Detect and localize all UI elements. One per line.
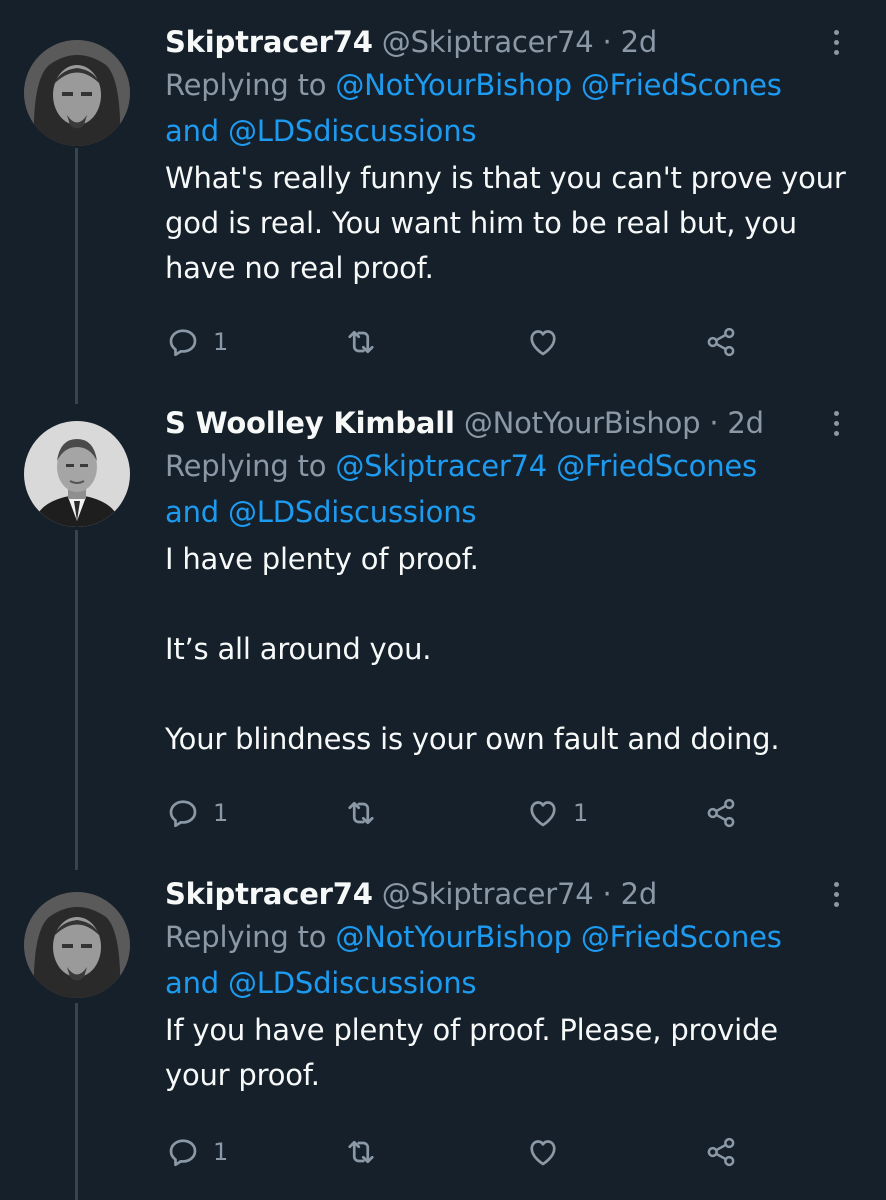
like-button[interactable] <box>525 322 573 362</box>
tweet-header: S Woolley Kimball @NotYourBishop · 2d <box>165 403 846 443</box>
retweet-button[interactable] <box>343 793 391 833</box>
mention-link[interactable]: @NotYourBishop <box>335 68 572 102</box>
avatar-skiptracer74[interactable] <box>24 892 130 998</box>
mention-link[interactable]: @FriedScones <box>556 449 757 483</box>
mention-link[interactable]: @FriedScones <box>581 68 782 102</box>
reply-count: 1 <box>213 799 229 827</box>
reply-button[interactable]: 1 <box>165 322 228 362</box>
replying-to: Replying to @NotYourBishop @FriedScones … <box>165 914 846 1006</box>
mention-link[interactable]: @Skiptracer74 <box>335 449 547 483</box>
mention-link[interactable]: @LDSdiscussions <box>228 114 477 148</box>
tweet-text: If you have plenty of proof. Please, pro… <box>165 1013 778 1092</box>
share-button[interactable] <box>703 793 739 833</box>
like-count: 1 <box>573 799 589 827</box>
display-name[interactable]: Skiptracer74 <box>165 877 373 911</box>
replying-label: Replying to <box>165 449 336 483</box>
share-button[interactable] <box>703 1132 739 1172</box>
tweet-1[interactable]: Skiptracer74 @Skiptracer74 · 2d Replying… <box>0 22 886 392</box>
tweet-actions: 1 <box>165 322 785 362</box>
replying-label: Replying to <box>165 68 336 102</box>
heart-icon <box>530 1140 556 1166</box>
replying-label: Replying to <box>165 920 336 954</box>
reply-icon <box>169 1139 197 1167</box>
tweet-header: Skiptracer74 @Skiptracer74 · 2d <box>165 22 846 62</box>
mention-link[interactable]: @LDSdiscussions <box>228 966 477 1000</box>
tweet-text: What's really funny is that you can't pr… <box>165 161 846 285</box>
tweet-content: S Woolley Kimball @NotYourBishop · 2d Re… <box>165 403 846 762</box>
separator-dot: · <box>593 25 621 59</box>
and-label: and <box>165 966 228 1000</box>
user-handle[interactable]: @Skiptracer74 <box>382 877 594 911</box>
more-options-icon[interactable] <box>826 874 846 914</box>
reply-button[interactable]: 1 <box>165 793 228 833</box>
user-handle[interactable]: @Skiptracer74 <box>382 25 594 59</box>
heart-icon <box>530 801 556 827</box>
replying-to: Replying to @Skiptracer74 @FriedScones a… <box>165 443 846 535</box>
retweet-button[interactable] <box>343 322 391 362</box>
heart-icon <box>530 330 556 356</box>
mention-link[interactable]: @LDSdiscussions <box>228 495 477 529</box>
reply-icon <box>169 800 197 828</box>
retweet-button[interactable] <box>343 1132 391 1172</box>
display-name[interactable]: S Woolley Kimball <box>165 406 455 440</box>
tweet-header: Skiptracer74 @Skiptracer74 · 2d <box>165 874 846 914</box>
replying-to: Replying to @NotYourBishop @FriedScones … <box>165 62 846 154</box>
tweet-actions: 1 <box>165 1132 785 1172</box>
reply-icon <box>169 329 197 357</box>
timestamp[interactable]: 2d <box>727 406 764 440</box>
share-icon <box>707 327 735 357</box>
timestamp[interactable]: 2d <box>621 877 658 911</box>
more-options-icon[interactable] <box>826 403 846 443</box>
reply-button[interactable]: 1 <box>165 1132 228 1172</box>
reply-count: 1 <box>213 1138 229 1166</box>
tweet-content: Skiptracer74 @Skiptracer74 · 2d Replying… <box>165 874 846 1098</box>
tweet-text: I have plenty of proof. It’s all around … <box>165 542 780 756</box>
retweet-icon <box>348 1140 374 1164</box>
retweet-icon <box>348 330 374 354</box>
user-handle[interactable]: @NotYourBishop <box>464 406 701 440</box>
share-icon <box>707 798 735 828</box>
share-button[interactable] <box>703 322 739 362</box>
more-options-icon[interactable] <box>826 22 846 62</box>
tweet-actions: 1 1 <box>165 793 785 833</box>
and-label: and <box>165 114 228 148</box>
and-label: and <box>165 495 228 529</box>
separator-dot: · <box>593 877 621 911</box>
timestamp[interactable]: 2d <box>621 25 658 59</box>
tweet-content: Skiptracer74 @Skiptracer74 · 2d Replying… <box>165 22 846 291</box>
display-name[interactable]: Skiptracer74 <box>165 25 373 59</box>
separator-dot: · <box>700 406 728 440</box>
mention-link[interactable]: @FriedScones <box>581 920 782 954</box>
tweet-2[interactable]: S Woolley Kimball @NotYourBishop · 2d Re… <box>0 403 886 853</box>
mention-link[interactable]: @NotYourBishop <box>335 920 572 954</box>
share-icon <box>707 1137 735 1167</box>
retweet-icon <box>348 801 374 825</box>
like-button[interactable]: 1 <box>525 793 588 833</box>
avatar-notyourbishop[interactable] <box>24 421 130 527</box>
reply-count: 1 <box>213 328 229 356</box>
tweet-3[interactable]: Skiptracer74 @Skiptracer74 · 2d Replying… <box>0 874 886 1194</box>
avatar-skiptracer74[interactable] <box>24 40 130 146</box>
like-button[interactable] <box>525 1132 573 1172</box>
